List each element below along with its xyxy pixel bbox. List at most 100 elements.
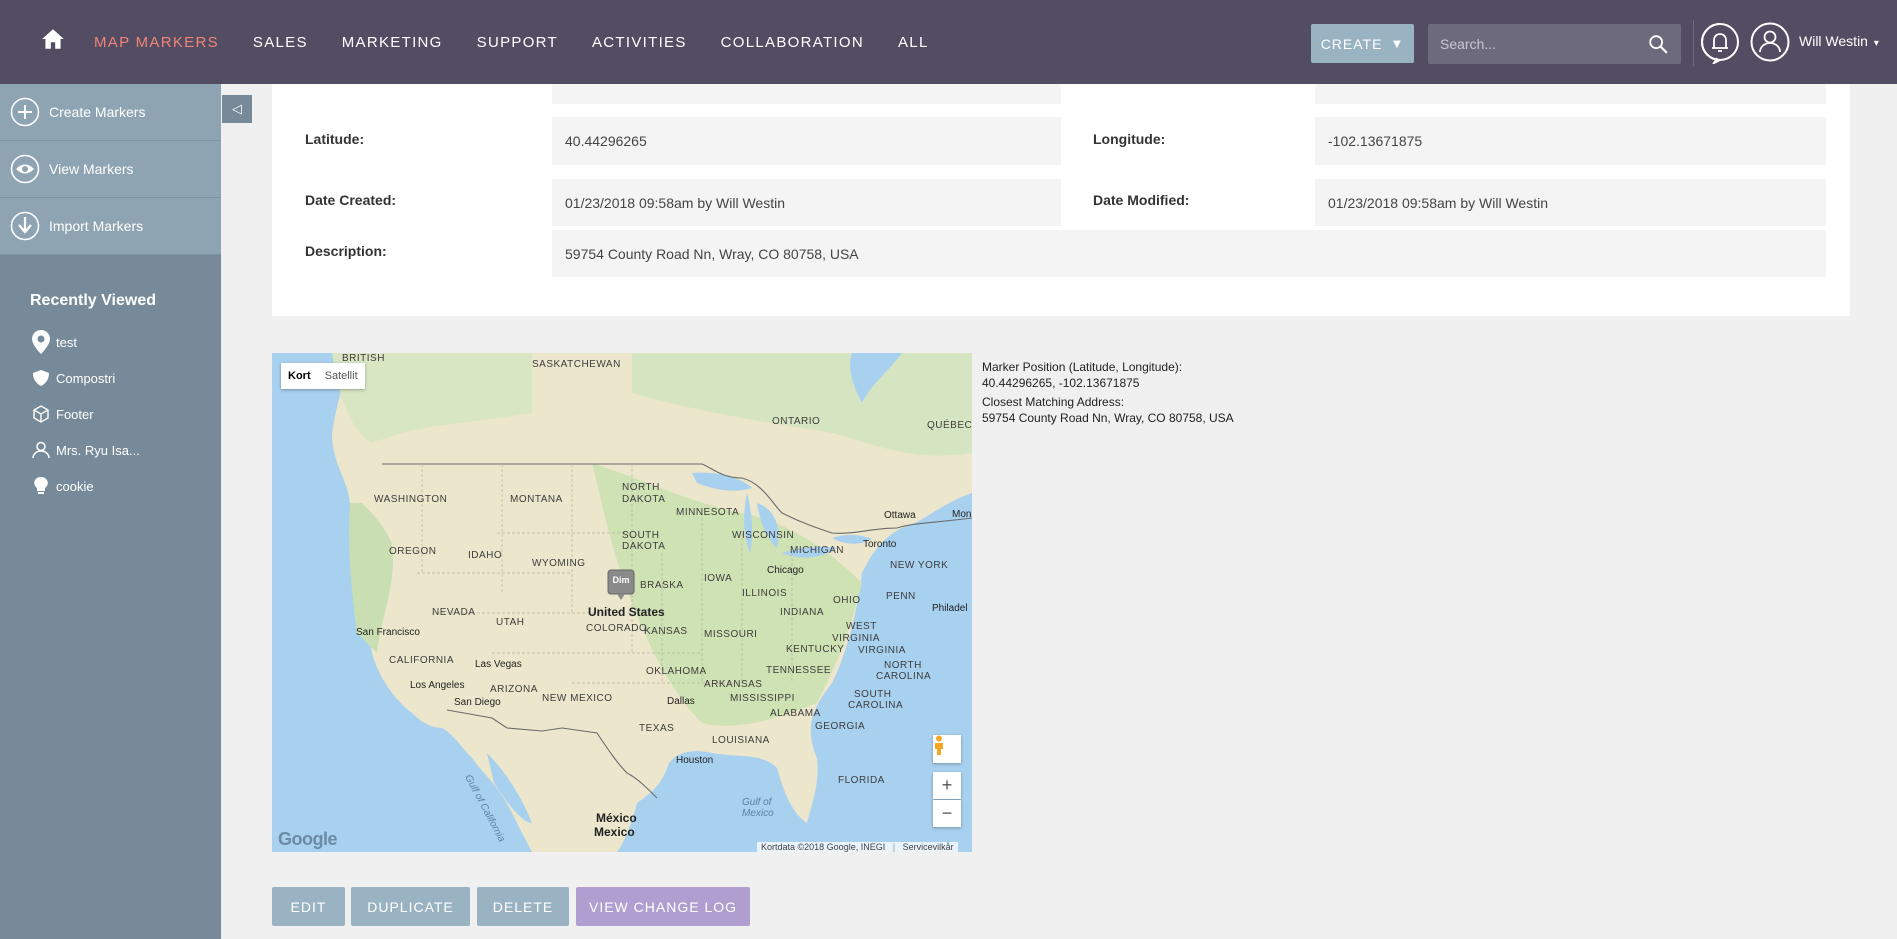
map-label: OREGON: [389, 546, 437, 557]
map-label: NEW MEXICO: [542, 693, 613, 704]
map-label: San Diego: [454, 697, 501, 708]
map-label: Dallas: [667, 696, 695, 707]
map-label: OHIO: [833, 595, 861, 606]
recent-item-label: Mrs. Ryu Isa...: [56, 442, 140, 458]
recent-item-test[interactable]: test: [0, 324, 221, 360]
map-label: PENN: [886, 591, 916, 602]
map-label: SASKATCHEWAN: [532, 359, 621, 370]
search-icon[interactable]: [1647, 33, 1669, 55]
map-label: DAKOTA: [622, 541, 666, 552]
map-label: DAKOTA: [622, 494, 666, 505]
map-label: Mexico: [594, 825, 635, 839]
search-box: [1428, 24, 1681, 64]
map-label: NORTH: [884, 660, 922, 671]
map-terms-link[interactable]: Servicevilkår: [903, 842, 954, 852]
zoom-out-button[interactable]: −: [933, 800, 961, 827]
plus-circle-icon: [10, 97, 40, 127]
google-logo: Google: [278, 829, 338, 850]
marker-info: Marker Position (Latitude, Longitude): 4…: [982, 358, 1234, 427]
description-field: 59754 County Road Nn, Wray, CO 80758, US…: [552, 230, 1826, 277]
map-label: NEW YORK: [890, 560, 949, 571]
latitude-field: 40.44296265: [552, 117, 1061, 165]
map-label: IOWA: [704, 573, 733, 584]
create-button[interactable]: CREATE ▼: [1311, 24, 1414, 63]
field-cut-off-right: [1315, 84, 1826, 104]
map-label: ONTARIO: [772, 416, 821, 427]
map-label: Mexico: [742, 808, 774, 819]
map-label: Mon: [952, 509, 972, 520]
map-label: ILLINOIS: [742, 588, 788, 599]
main-nav: MAP MARKERS SALES MARKETING SUPPORT ACTI…: [94, 0, 963, 84]
recent-item-mrs-ryu[interactable]: Mrs. Ryu Isa...: [0, 432, 221, 468]
map-label: Toronto: [863, 539, 897, 550]
recent-item-label: test: [56, 334, 77, 350]
recent-item-compostri[interactable]: Compostri: [0, 360, 221, 396]
duplicate-button[interactable]: DUPLICATE: [351, 887, 470, 926]
field-cut-off-left: [552, 84, 1061, 104]
home-icon[interactable]: [40, 26, 66, 52]
nav-support[interactable]: SUPPORT: [477, 34, 558, 51]
caret-down-icon: ▾: [1873, 38, 1879, 49]
person-icon: [30, 439, 52, 461]
longitude-field: -102.13671875: [1315, 117, 1826, 165]
map-label: WYOMING: [532, 558, 586, 569]
date-modified-label: Date Modified:: [1093, 192, 1190, 208]
map-label: FLORIDA: [838, 775, 885, 786]
map-label: MISSOURI: [704, 629, 758, 640]
sidebar-action-label: Create Markers: [49, 104, 146, 120]
nav-sales[interactable]: SALES: [253, 34, 308, 51]
closest-address-value: 59754 County Road Nn, Wray, CO 80758, US…: [982, 411, 1234, 425]
map-label: OKLAHOMA: [646, 666, 707, 677]
map-label: WEST: [846, 621, 877, 632]
map-marker[interactable]: Dim: [607, 569, 635, 600]
map-label: INDIANA: [780, 607, 825, 618]
sidebar-actions: Create Markers View Markers Import Marke…: [0, 84, 221, 255]
map-type-satellite-button[interactable]: Satellit: [318, 363, 365, 389]
map-type-map-button[interactable]: Kort: [281, 363, 318, 389]
map-label: VIRGINIA: [858, 645, 906, 656]
delete-button[interactable]: DELETE: [477, 887, 569, 926]
user-avatar-icon[interactable]: [1750, 22, 1790, 62]
user-menu[interactable]: Will Westin ▾: [1799, 33, 1879, 49]
notification-bell-icon[interactable]: [1700, 22, 1740, 64]
nav-all[interactable]: ALL: [898, 34, 929, 51]
recent-item-cookie[interactable]: cookie: [0, 468, 221, 504]
nav-marketing[interactable]: MARKETING: [342, 34, 443, 51]
nav-collaboration[interactable]: COLLABORATION: [721, 34, 864, 51]
sidebar-action-import-markers[interactable]: Import Markers: [0, 198, 221, 255]
map-label: MINNESOTA: [676, 507, 740, 518]
latitude-label: Latitude:: [305, 131, 365, 147]
map-label: TENNESSEE: [766, 665, 832, 676]
shield-icon: [30, 367, 52, 389]
date-created-field: 01/23/2018 09:58am by Will Westin: [552, 179, 1061, 226]
sidebar-action-view-markers[interactable]: View Markers: [0, 141, 221, 198]
edit-button[interactable]: EDIT: [272, 887, 345, 926]
map-label: Ottawa: [884, 510, 916, 521]
top-navigation-bar: MAP MARKERS SALES MARKETING SUPPORT ACTI…: [0, 0, 1897, 84]
view-change-log-button[interactable]: VIEW CHANGE LOG: [576, 887, 750, 926]
sidebar-action-label: Import Markers: [49, 218, 144, 234]
cube-icon: [30, 403, 52, 425]
google-map[interactable]: Kort Satellit BRITISH SASKATCHEWAN ONTAR…: [272, 353, 972, 852]
longitude-label: Longitude:: [1093, 131, 1166, 147]
map-label: IDAHO: [468, 550, 503, 561]
marker-position-value: 40.44296265, -102.13671875: [982, 376, 1140, 390]
recent-item-footer[interactable]: Footer: [0, 396, 221, 432]
nav-map-markers[interactable]: MAP MARKERS: [94, 34, 219, 51]
map-label: BRITISH: [342, 353, 385, 364]
zoom-in-button[interactable]: +: [933, 772, 961, 799]
sidebar-collapse-button[interactable]: ◁: [222, 95, 252, 123]
street-view-pegman[interactable]: [933, 735, 961, 763]
sidebar-action-create-markers[interactable]: Create Markers: [0, 84, 221, 141]
map-label: TEXAS: [639, 723, 675, 734]
map-label: CAROLINA: [848, 700, 904, 711]
detail-panel: Latitude: 40.44296265 Longitude: -102.13…: [272, 84, 1850, 316]
nav-activities[interactable]: ACTIVITIES: [592, 34, 687, 51]
eye-icon: [10, 154, 40, 184]
footer-separator: |: [892, 842, 896, 852]
map-label: GEORGIA: [815, 721, 866, 732]
map-pin-icon: [30, 330, 52, 354]
sidebar: Create Markers View Markers Import Marke…: [0, 84, 221, 939]
search-input[interactable]: [1428, 24, 1638, 64]
collapse-arrow-icon: ◁: [232, 101, 242, 116]
